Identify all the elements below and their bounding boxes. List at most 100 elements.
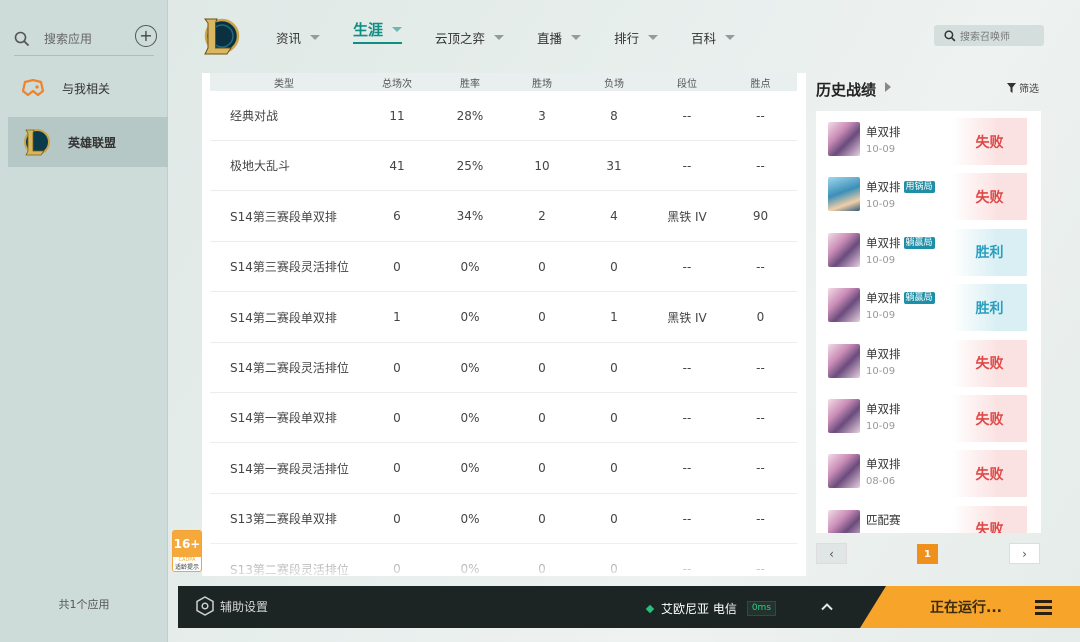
assist-settings-label: 辅助设置	[220, 599, 269, 614]
table-cell: 0%	[460, 360, 480, 375]
table-cell: 0	[538, 360, 546, 375]
match-result: 失败	[952, 505, 1027, 533]
history-title[interactable]: 历史战绩	[816, 79, 876, 100]
gamepad-icon	[22, 79, 44, 97]
table-cell: 0	[610, 360, 618, 375]
table-cell: 31	[606, 158, 622, 173]
match-mode-label: 匹配赛	[866, 512, 901, 527]
table-cell: S14第三赛段灵活排位	[230, 260, 349, 275]
add-app-button[interactable]: +	[135, 25, 157, 47]
sidebar-item-related[interactable]: 与我相关	[8, 63, 168, 113]
tab-label: 直播	[537, 30, 563, 46]
table-cell: 41	[389, 158, 405, 173]
table-cell: 0%	[460, 511, 480, 526]
sidebar-item-label: 与我相关	[62, 81, 111, 96]
table-cell: 90	[752, 209, 769, 224]
table-cell: 0%	[460, 259, 480, 274]
chevron-down-icon	[494, 34, 505, 40]
chevron-down-icon	[648, 34, 659, 40]
tab-news[interactable]: 资讯	[276, 24, 321, 50]
match-item[interactable]: 单双排 躺赢局 10-09 胜利	[816, 277, 1041, 332]
table-cell: --	[756, 259, 765, 274]
match-result: 失败	[952, 450, 1027, 498]
running-status-button[interactable]: 正在运行...	[860, 586, 1080, 628]
app-sidebar: 搜索应用 + 与我相关 英雄联盟 共1个应用	[0, 0, 168, 642]
server-status[interactable]: 艾欧尼亚 电信 0ms	[645, 600, 777, 617]
match-date: 10-09	[866, 310, 896, 322]
table-cell: 6	[393, 209, 401, 224]
lol-logo-icon	[24, 129, 50, 156]
table-cell: S14第二赛段灵活排位	[230, 361, 349, 375]
table-cell: 经典对战	[230, 109, 279, 123]
table-row: 极地大乱斗 41 25% 10 31 -- --	[210, 141, 797, 192]
filter-button[interactable]: 筛选	[1007, 80, 1039, 95]
chevron-down-icon	[571, 34, 582, 40]
summoner-search-placeholder: 搜索召唤师	[960, 32, 1010, 43]
lol-logo[interactable]	[200, 15, 240, 57]
champion-avatar	[828, 454, 860, 489]
tab-career[interactable]: 生涯	[353, 18, 403, 44]
next-page-button[interactable]: ›	[1009, 543, 1040, 564]
assist-settings-button[interactable]: 辅助设置	[196, 596, 268, 616]
sidebar-item-lol[interactable]: 英雄联盟	[8, 117, 168, 167]
table-cell: 0	[538, 310, 546, 325]
menu-icon[interactable]	[1035, 600, 1052, 615]
age-rating-note: CADPA 适龄提示	[173, 557, 201, 571]
tab-label: 生涯	[353, 20, 384, 39]
tab-label: 云顶之弈	[435, 30, 486, 46]
age-rating-badge: 16+ CADPA 适龄提示	[172, 530, 202, 572]
match-item[interactable]: 匹配赛 08-06 失败	[816, 499, 1041, 533]
match-mode-label: 单双排	[866, 457, 901, 472]
match-item[interactable]: 单双排 10-09 失败	[816, 111, 1041, 166]
table-row: S14第三赛段单双排 6 34% 2 4 黑铁 IV 90	[210, 192, 797, 242]
bottom-bar: 辅助设置 艾欧尼亚 电信 0ms 正在运行...	[178, 586, 1080, 628]
match-item[interactable]: 单双排 躺赢局 10-09 胜利	[816, 222, 1041, 277]
status-dot-icon	[645, 604, 655, 613]
table-cell: 黑铁 IV	[667, 310, 707, 325]
tab-label: 排行	[614, 30, 640, 46]
match-item[interactable]: 单双排 10-09 失败	[816, 388, 1041, 443]
match-item[interactable]: 单双排 08-06 失败	[816, 443, 1041, 498]
table-cell: 0	[538, 461, 546, 476]
table-row: S14第三赛段灵活排位 0 0% 0 0 -- --	[210, 242, 797, 293]
match-mode: 单双排	[866, 456, 901, 472]
chevron-down-icon	[310, 34, 321, 40]
table-cell: --	[682, 410, 692, 425]
table-cell: --	[756, 158, 765, 173]
match-mode: 单双排 躺赢局	[866, 235, 935, 251]
table-cell: 0	[610, 259, 618, 274]
tab-live[interactable]: 直播	[537, 24, 582, 50]
tab-tft[interactable]: 云顶之弈	[435, 24, 505, 50]
match-result: 失败	[952, 118, 1027, 165]
tab-label: 资讯	[276, 30, 302, 46]
table-cell: S14第二赛段单双排	[230, 310, 337, 325]
match-mode: 单双排 用锅局	[866, 179, 935, 195]
prev-page-button[interactable]: ‹	[816, 543, 847, 564]
summoner-search-input[interactable]: 搜索召唤师	[934, 25, 1044, 46]
filter-label: 筛选	[1019, 84, 1039, 95]
tab-wiki[interactable]: 百科	[691, 24, 736, 50]
chevron-right-icon[interactable]	[885, 82, 891, 92]
table-cell: S13第二赛段单双排	[230, 512, 337, 527]
match-date: 10-09	[866, 421, 896, 432]
match-date: 08-06	[866, 476, 896, 488]
column-header: 胜率	[460, 78, 480, 90]
age-rating-sub: CADPA	[178, 557, 196, 563]
chevron-up-icon[interactable]	[821, 601, 833, 613]
match-mode: 匹配赛	[866, 512, 901, 528]
match-mode-label: 单双排	[866, 180, 901, 195]
table-row: S14第一赛段灵活排位 0 0% 0 0 -- --	[210, 444, 797, 494]
app-search-input[interactable]: 搜索应用	[14, 22, 154, 56]
table-cell: 1	[393, 310, 401, 325]
match-item[interactable]: 单双排 用锅局 10-09 失败	[816, 166, 1041, 221]
match-mode-label: 单双排	[866, 291, 901, 306]
table-cell: 0%	[460, 310, 480, 325]
match-item[interactable]: 单双排 10-09 失败	[816, 333, 1041, 388]
page-number[interactable]: 1	[917, 544, 938, 564]
tab-ranking[interactable]: 排行	[614, 24, 659, 50]
champion-avatar	[828, 122, 860, 156]
match-mode: 单双排	[866, 401, 901, 417]
table-cell: 0	[393, 410, 401, 425]
table-cell: --	[756, 360, 765, 375]
table-cell: 0	[538, 511, 546, 526]
